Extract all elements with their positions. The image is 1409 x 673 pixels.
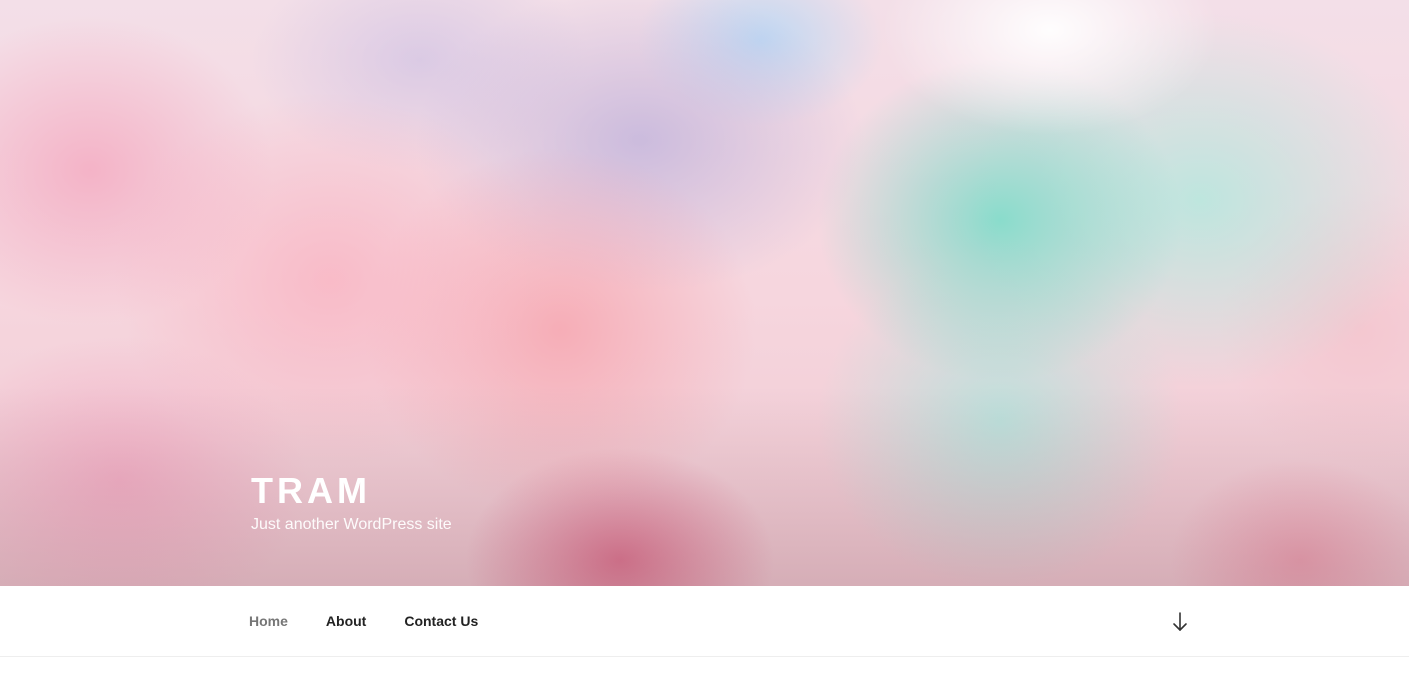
nav-menu-item-contact: Contact Us — [385, 586, 497, 657]
main-navigation: Home About Contact Us — [0, 586, 1409, 657]
site-description: Just another WordPress site — [251, 516, 452, 533]
page: TRAM Just another WordPress site Home Ab… — [0, 0, 1409, 673]
nav-link-contact-us[interactable]: Contact Us — [385, 586, 497, 657]
header-gradient-overlay — [0, 386, 1409, 586]
nav-menu-item-about: About — [307, 586, 385, 657]
content-area — [0, 658, 1409, 673]
scroll-down-button[interactable] — [1166, 608, 1194, 636]
site-title-link[interactable]: TRAM — [251, 470, 452, 512]
arrow-down-icon — [1173, 612, 1187, 631]
site-branding: TRAM Just another WordPress site — [251, 470, 452, 536]
custom-header: TRAM Just another WordPress site — [0, 0, 1409, 586]
nav-link-about[interactable]: About — [307, 586, 385, 657]
nav-link-home[interactable]: Home — [230, 586, 307, 657]
nav-menu: Home About Contact Us — [230, 586, 497, 657]
nav-menu-item-home: Home — [230, 586, 307, 657]
